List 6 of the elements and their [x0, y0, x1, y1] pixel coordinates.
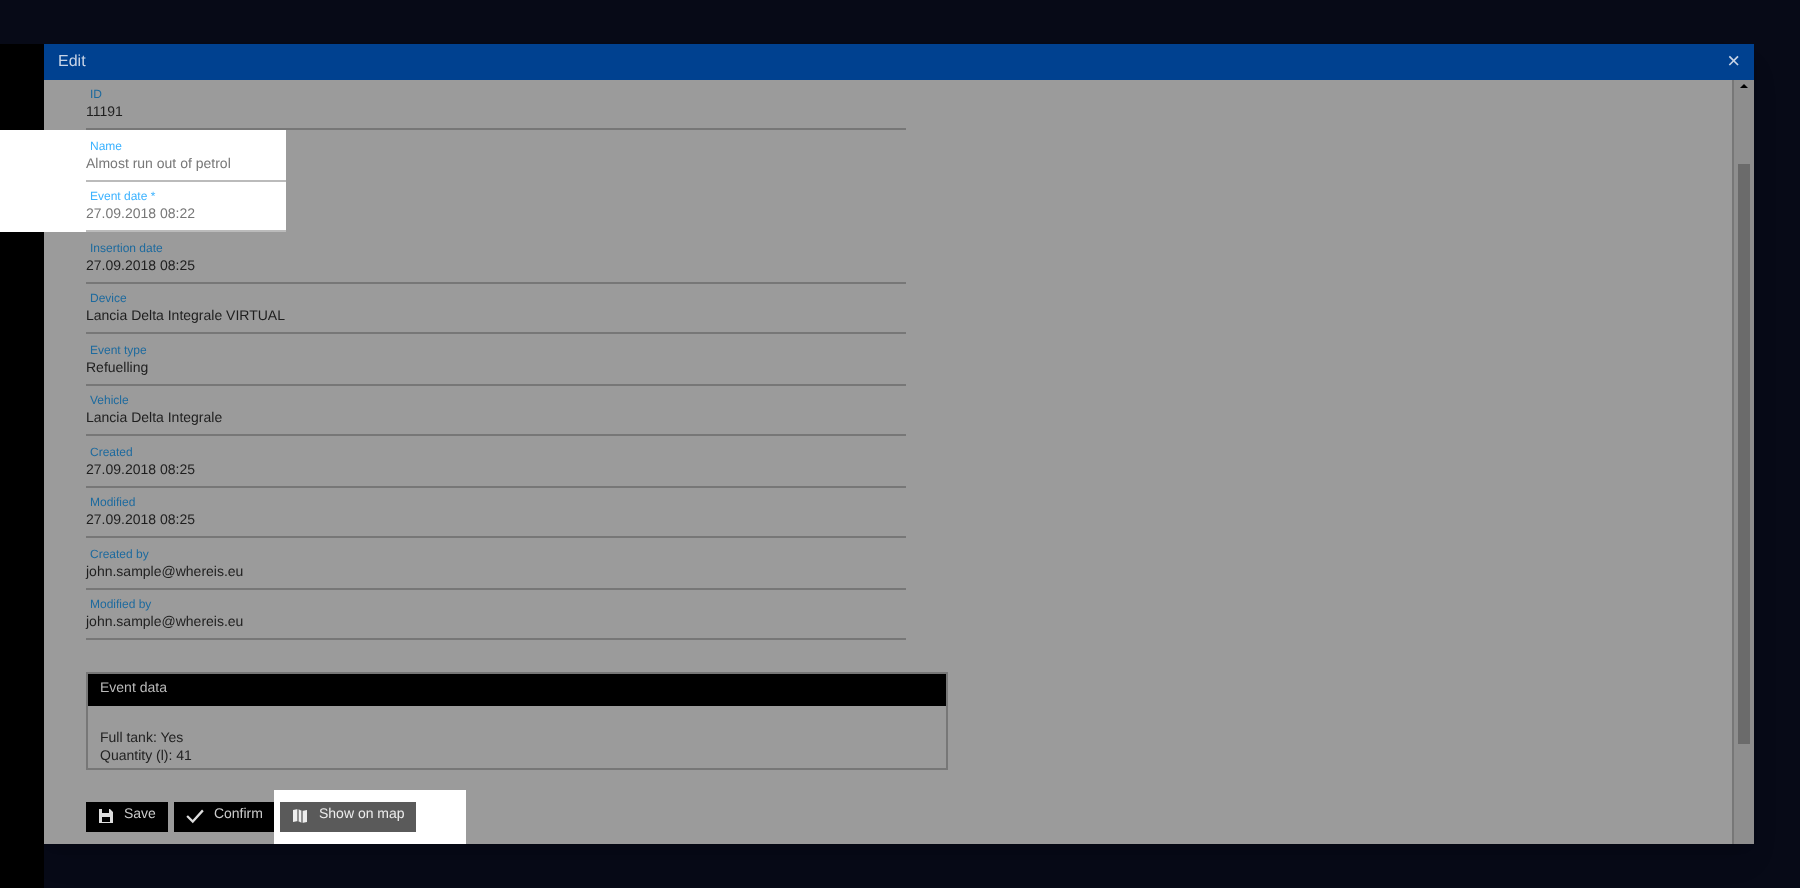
- scrollbar[interactable]: [1732, 80, 1754, 844]
- dialog-title: Edit: [58, 50, 86, 74]
- check-icon: [185, 808, 204, 825]
- save-icon: [98, 808, 114, 825]
- map-icon: [292, 808, 309, 825]
- close-button[interactable]: ×: [1727, 51, 1740, 73]
